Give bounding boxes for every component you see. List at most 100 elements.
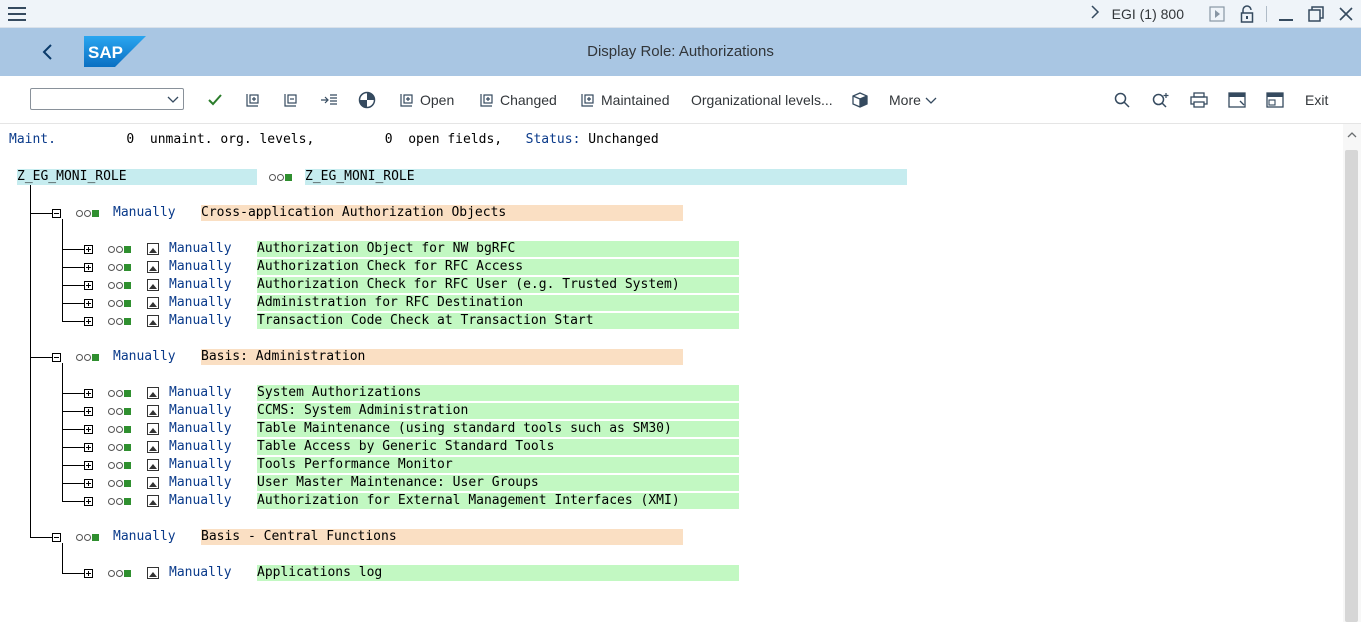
authorization-object-icon xyxy=(147,279,159,291)
check-button[interactable] xyxy=(207,90,223,110)
auth-object-row[interactable]: Authorization Check for RFC Access xyxy=(257,259,739,275)
root-role-name: Z_EG_MONI_ROLE xyxy=(17,169,257,185)
open-button[interactable]: Open xyxy=(398,90,454,110)
tree-connector xyxy=(62,465,84,466)
expand-node-icon[interactable] xyxy=(84,425,93,434)
expand-node-icon[interactable] xyxy=(84,317,93,326)
expand-node-icon[interactable] xyxy=(84,407,93,416)
auth-object-row[interactable]: Transaction Code Check at Transaction St… xyxy=(257,313,739,329)
printer-icon xyxy=(1190,92,1208,108)
expand-node-icon[interactable] xyxy=(84,389,93,398)
system-label: EGI (1) 800 xyxy=(1111,6,1184,22)
package-button[interactable] xyxy=(852,90,868,110)
window-layout-icon xyxy=(1228,92,1246,108)
hamburger-icon[interactable] xyxy=(8,7,26,21)
maintained-button[interactable]: Maintained xyxy=(579,90,670,110)
globe-icon xyxy=(358,91,376,109)
collapse-node-icon[interactable] xyxy=(52,353,61,362)
play-icon[interactable] xyxy=(1202,0,1232,28)
item-status: Manually xyxy=(169,439,232,454)
find-next-button[interactable] xyxy=(1152,90,1170,110)
chevron-right-icon[interactable] xyxy=(1082,4,1108,24)
expand-node-icon[interactable] xyxy=(84,479,93,488)
vertical-scrollbar[interactable] xyxy=(1343,124,1361,622)
item-status: Manually xyxy=(169,493,232,508)
item-status: Manually xyxy=(169,259,232,274)
changed-button[interactable]: Changed xyxy=(478,90,557,110)
expand-node-icon[interactable] xyxy=(84,569,93,578)
group-name[interactable]: Cross-application Authorization Objects xyxy=(201,205,683,221)
org-button[interactable] xyxy=(358,90,376,110)
command-dropdown[interactable] xyxy=(30,88,184,110)
traffic-light-icon xyxy=(108,313,131,329)
item-status: Manually xyxy=(169,457,232,472)
minimize-icon[interactable] xyxy=(1271,0,1301,28)
auth-object-row[interactable]: Authorization Check for RFC User (e.g. T… xyxy=(257,277,739,293)
expand-node-icon[interactable] xyxy=(84,263,93,272)
title-bar: SAP Display Role: Authorizations xyxy=(0,28,1361,76)
auth-object-row[interactable]: Applications log xyxy=(257,565,739,581)
item-status: Manually xyxy=(169,403,232,418)
new-window-button[interactable] xyxy=(1266,90,1284,110)
auth-object-row[interactable]: Authorization Object for NW bgRFC xyxy=(257,241,739,257)
expand-button[interactable] xyxy=(244,90,260,110)
org-levels-button[interactable]: Organizational levels... xyxy=(691,90,833,110)
auth-object-row[interactable]: User Master Maintenance: User Groups xyxy=(257,475,739,491)
close-icon[interactable] xyxy=(1331,0,1361,28)
item-status: Manually xyxy=(169,421,232,436)
open-tree-icon xyxy=(400,94,413,107)
exit-button[interactable]: Exit xyxy=(1305,90,1328,110)
item-status: Manually xyxy=(169,475,232,490)
restore-icon[interactable] xyxy=(1301,0,1331,28)
expand-node-icon[interactable] xyxy=(84,245,93,254)
authorization-object-icon xyxy=(147,315,159,327)
expand-node-icon[interactable] xyxy=(84,443,93,452)
print-button[interactable] xyxy=(1190,90,1208,110)
expand-node-icon[interactable] xyxy=(84,461,93,470)
tree-connector xyxy=(62,321,84,322)
expand-node-icon[interactable] xyxy=(84,299,93,308)
page-title: Display Role: Authorizations xyxy=(587,43,774,60)
group-status: Manually xyxy=(113,529,176,544)
more-button[interactable]: More xyxy=(889,90,937,110)
auth-object-row[interactable]: Administration for RFC Destination xyxy=(257,295,739,311)
auth-object-row[interactable]: System Authorizations xyxy=(257,385,739,401)
tree-connector xyxy=(62,573,84,574)
maintained-label: Maintained xyxy=(601,92,670,108)
indent-button[interactable] xyxy=(320,90,338,110)
auth-object-row[interactable]: Table Access by Generic Standard Tools xyxy=(257,439,739,455)
authorization-object-icon xyxy=(147,495,159,507)
tree-connector xyxy=(62,219,63,321)
find-button[interactable] xyxy=(1114,90,1130,110)
authorization-object-icon xyxy=(147,567,159,579)
tree-connector xyxy=(62,393,84,394)
scrollbar-thumb[interactable] xyxy=(1345,150,1358,622)
search-plus-icon xyxy=(1152,93,1169,108)
auth-object-row[interactable]: Authorization for External Management In… xyxy=(257,493,739,509)
tree-connector xyxy=(62,429,84,430)
lock-icon[interactable] xyxy=(1232,0,1262,28)
collapse-button[interactable] xyxy=(282,90,298,110)
collapse-node-icon[interactable] xyxy=(52,533,61,542)
collapse-tree-icon xyxy=(284,94,297,107)
layout-button[interactable] xyxy=(1228,90,1246,110)
scroll-up-icon[interactable] xyxy=(1347,130,1357,140)
tree-connector xyxy=(62,249,84,250)
auth-object-row[interactable]: CCMS: System Administration xyxy=(257,403,739,419)
auth-object-row[interactable]: Table Maintenance (using standard tools … xyxy=(257,421,739,437)
authorization-object-icon xyxy=(147,423,159,435)
authorization-object-icon xyxy=(147,261,159,273)
collapse-node-icon[interactable] xyxy=(52,209,61,218)
traffic-light-icon xyxy=(108,277,131,293)
auth-object-row[interactable]: Tools Performance Monitor xyxy=(257,457,739,473)
group-name[interactable]: Basis: Administration xyxy=(201,349,683,365)
expand-node-icon[interactable] xyxy=(84,281,93,290)
root-role-text[interactable]: Z_EG_MONI_ROLE xyxy=(305,169,907,185)
status-line: Maint. 0 unmaint. org. levels, 0 open fi… xyxy=(9,132,659,148)
system-bar-right: EGI (1) 800 xyxy=(1082,0,1361,28)
open-label: Open xyxy=(420,92,455,108)
group-name[interactable]: Basis - Central Functions xyxy=(201,529,683,545)
tree-connector xyxy=(62,447,84,448)
traffic-light-icon xyxy=(108,259,131,275)
expand-node-icon[interactable] xyxy=(84,497,93,506)
